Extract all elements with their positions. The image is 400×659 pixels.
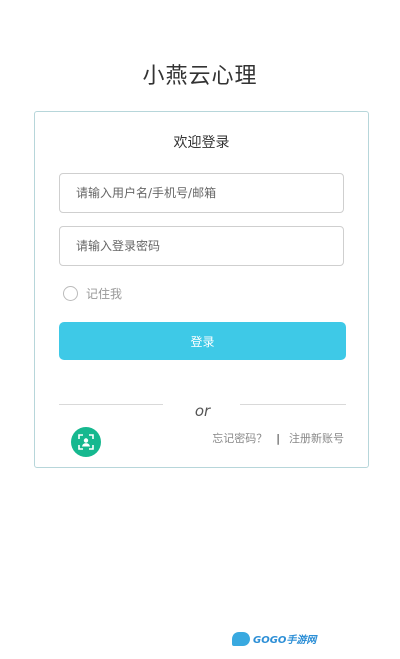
login-heading: 欢迎登录 [173,135,230,151]
links-separator: | [276,431,280,445]
remember-me-checkbox[interactable]: 记住我 [63,285,122,302]
watermark-logo-icon [232,631,250,646]
watermark: GOGO手游网 [232,631,316,646]
username-input[interactable] [59,173,344,213]
remember-me-label: 记住我 [86,287,123,301]
watermark-text: GOGO手游网 [253,635,317,646]
password-input[interactable] [59,226,344,266]
app-title: 小燕云心理 [142,64,258,89]
face-scan-icon [78,434,94,450]
forgot-password-link[interactable]: 忘记密码？ [212,430,267,446]
account-links: 忘记密码？ | 注册新账号 [212,430,344,446]
login-button[interactable]: 登录 [59,322,346,360]
face-login-button[interactable] [71,427,101,457]
register-link[interactable]: 注册新账号 [289,430,344,446]
divider-right [240,404,346,405]
radio-circle-icon [63,286,78,301]
login-card: 欢迎登录 记住我 登录 or 忘记密码？ | 注册新账号 [34,111,369,468]
